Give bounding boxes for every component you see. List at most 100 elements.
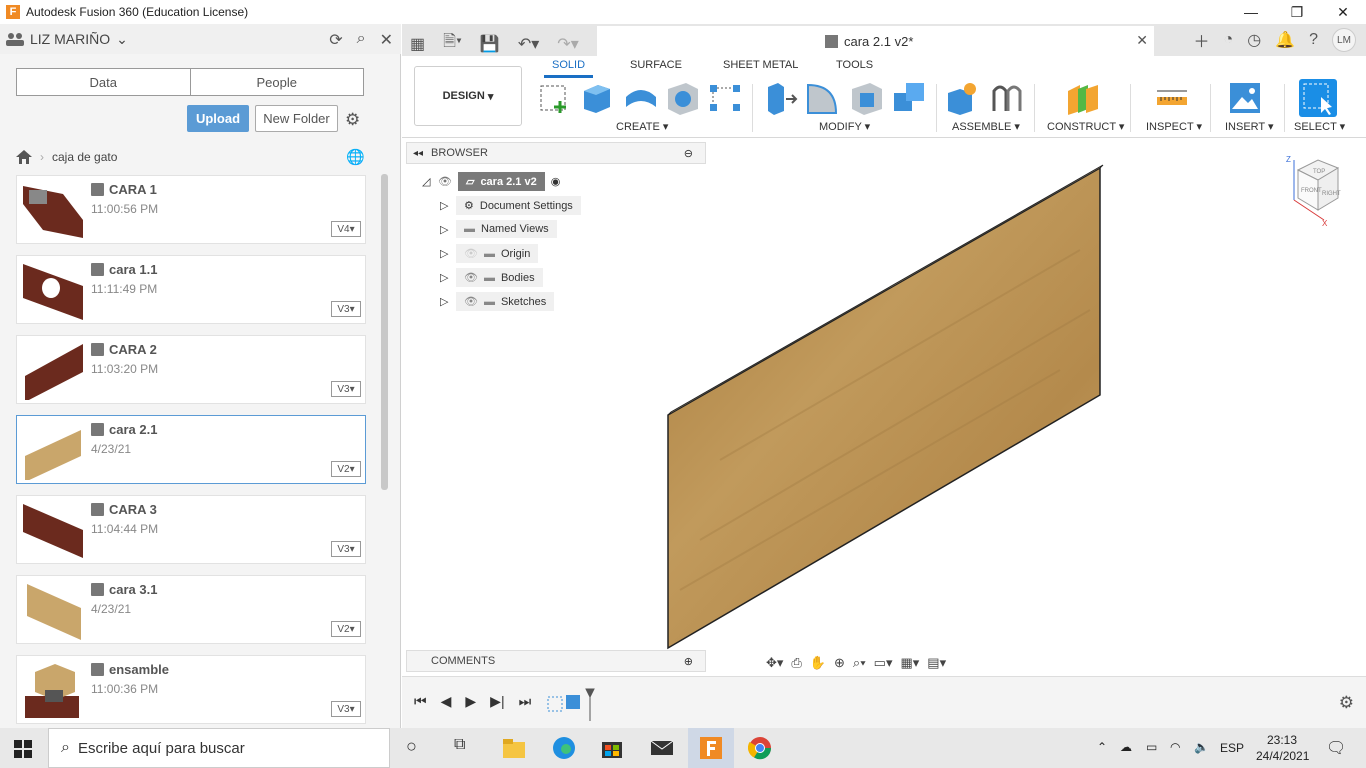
pan-icon[interactable]: ✋ [810,655,826,671]
hole-icon[interactable] [666,81,700,115]
refresh-icon[interactable]: ⟳ [329,30,342,50]
store-icon[interactable] [600,736,624,760]
browser-item[interactable]: ▷ ⚙ Document Settings [440,196,581,215]
browser-item[interactable]: ▷ 👁 ▬ Origin [440,244,539,263]
file-card[interactable]: ensamble 11:00:36 PM V3 ▾ [16,655,366,724]
breadcrumb-folder[interactable]: caja de gato [52,150,117,164]
eye-icon[interactable]: 👁 [464,271,478,284]
expand-triangle-icon[interactable]: ▷ [440,223,450,236]
file-card[interactable]: CARA 2 11:03:20 PM V3 ▾ [16,335,366,404]
minimize-button[interactable]: — [1228,0,1274,24]
create-menu[interactable]: CREATE ▾ [616,120,668,133]
tab-surface[interactable]: SURFACE [630,59,682,71]
show-hidden-icons[interactable]: ⌃ [1097,740,1107,754]
zoom-icon[interactable]: ⊕ [834,655,845,671]
job-status-icon[interactable]: ◷ [1247,30,1261,50]
pattern-icon[interactable] [708,81,742,115]
eye-hidden-icon[interactable]: 👁 [464,247,478,260]
version-badge[interactable]: V2 ▾ [331,621,361,637]
clock-date[interactable]: 24/4/2021 [1256,749,1309,763]
orbit-icon[interactable]: ✥▾ [766,655,783,671]
input-language[interactable]: ESP [1220,741,1244,755]
redo-icon[interactable]: ↷▾ [557,34,578,54]
expand-triangle-icon[interactable]: ▷ [440,295,450,308]
browser-item[interactable]: ▷ ▬ Named Views [440,220,557,238]
display-settings-icon[interactable]: ▭▾ [874,655,893,671]
undo-icon[interactable]: ↶▾ [518,34,539,54]
tab-sheet-metal[interactable]: SHEET METAL [723,59,798,71]
maximize-button[interactable]: ❐ [1274,0,1320,24]
help-icon[interactable]: ? [1309,31,1318,49]
workspace-switcher[interactable]: DESIGN ▾ [414,66,522,126]
version-badge[interactable]: V3 ▾ [331,301,361,317]
close-tab-icon[interactable]: ✕ [1136,32,1148,49]
fit-icon[interactable]: ⌕▾ [853,655,866,671]
go-to-start-icon[interactable]: ⏮ [414,693,427,710]
clock-time[interactable]: 23:13 [1267,733,1297,747]
browser-panel-header[interactable]: ◂◂ BROWSER ⊖ [406,142,706,164]
extensions-icon[interactable]: ◔ [1224,31,1234,49]
app-grid-icon[interactable]: ▦ [410,34,425,54]
document-tab[interactable]: cara 2.1 v2* ✕ [597,26,1154,56]
chrome-icon[interactable] [748,736,772,760]
new-tab-icon[interactable]: ＋ [1194,28,1210,52]
view-cube[interactable]: TOP FRONT RIGHT Z X [1284,152,1350,228]
measure-icon[interactable] [1155,81,1189,115]
fillet-icon[interactable] [806,81,840,115]
version-badge[interactable]: V3 ▾ [331,381,361,397]
user-menu[interactable]: LIZ MARIÑO ⌄ [6,31,128,48]
tab-people[interactable]: People [191,69,364,95]
collapse-triangle-icon[interactable]: ◿ [422,175,432,188]
mail-icon[interactable] [650,736,674,760]
volume-icon[interactable]: 🔈 [1194,740,1209,754]
expand-triangle-icon[interactable]: ▷ [440,199,450,212]
save-icon[interactable]: 💾 [480,34,500,54]
expand-triangle-icon[interactable]: ▷ [440,247,450,260]
comments-panel[interactable]: COMMENTS ⊕ [406,650,706,672]
select-menu[interactable]: SELECT ▾ [1294,120,1345,133]
browser-item[interactable]: ▷ 👁 ▬ Bodies [440,268,543,287]
viewports-icon[interactable]: ▤▾ [927,655,946,671]
notifications-icon[interactable]: 🔔 [1275,30,1295,50]
modify-menu[interactable]: MODIFY ▾ [819,120,870,133]
create-sketch-icon[interactable] [538,81,572,115]
select-icon[interactable] [1299,79,1337,117]
step-forward-icon[interactable]: ▶| [490,693,504,710]
windows-start-icon[interactable] [14,740,32,758]
file-card[interactable]: CARA 3 11:04:44 PM V3 ▾ [16,495,366,564]
battery-icon[interactable]: ▭ [1146,740,1157,754]
construct-menu[interactable]: CONSTRUCT ▾ [1047,120,1124,133]
version-badge[interactable]: V3 ▾ [331,701,361,717]
close-panel-icon[interactable]: ✕ [380,30,393,50]
browser-root-node[interactable]: ◿ 👁 ▱ cara 2.1 v2 ◉ [422,172,560,191]
file-card[interactable]: cara 1.1 11:11:49 PM V3 ▾ [16,255,366,324]
close-button[interactable]: ✕ [1320,0,1366,24]
gear-icon[interactable]: ⚙ [345,110,360,130]
avatar[interactable]: LM [1332,28,1356,52]
upload-button[interactable]: Upload [187,105,249,132]
look-at-icon[interactable]: ⎙ [791,655,801,671]
offset-plane-icon[interactable] [1066,81,1100,115]
press-pull-icon[interactable] [764,81,798,115]
edge-icon[interactable] [552,736,576,760]
extrude-icon[interactable] [580,81,614,115]
version-badge[interactable]: V3 ▾ [331,541,361,557]
globe-icon[interactable]: 🌐 [346,148,365,166]
collapse-panel-icon[interactable]: ◂◂ [413,148,423,159]
shell-icon[interactable] [850,81,884,115]
fusion-360-icon[interactable] [699,736,723,760]
assemble-menu[interactable]: ASSEMBLE ▾ [952,120,1020,133]
onedrive-icon[interactable]: ☁ [1120,740,1132,754]
add-comment-icon[interactable]: ⊕ [684,655,693,668]
insert-menu[interactable]: INSERT ▾ [1225,120,1274,133]
revolve-icon[interactable] [624,81,658,115]
file-explorer-icon[interactable] [502,736,526,760]
file-card[interactable]: CARA 1 11:00:56 PM V4 ▾ [16,175,366,244]
insert-image-icon[interactable] [1228,81,1262,115]
eye-icon[interactable]: 👁 [438,175,452,188]
version-badge[interactable]: V2 ▾ [331,461,361,477]
minus-icon[interactable]: ⊖ [684,147,693,160]
tab-data[interactable]: Data [17,69,191,95]
inspect-menu[interactable]: INSPECT ▾ [1146,120,1202,133]
tab-tools[interactable]: TOOLS [836,59,873,71]
